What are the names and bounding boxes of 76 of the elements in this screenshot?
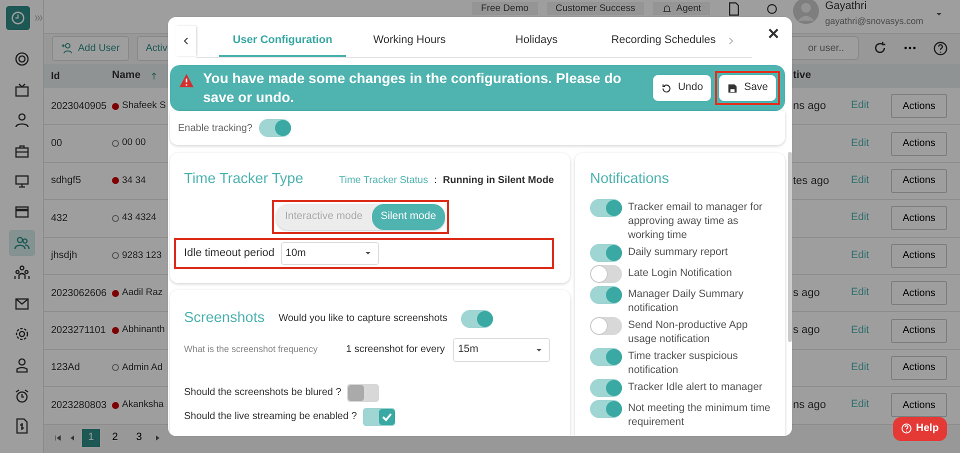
- page-button[interactable]: 3: [130, 428, 148, 447]
- idle-timeout-select[interactable]: 10m: [280, 242, 378, 266]
- table-cell: 2023280803: [51, 400, 107, 411]
- user-email: gayathri@snovasys.com: [825, 14, 924, 28]
- field-label: What is the screenshot frequency: [184, 342, 319, 356]
- notification-label: Send Non-productive App usage notification: [628, 318, 749, 346]
- header-button[interactable]: Customer Success: [546, 2, 644, 15]
- actions-button[interactable]: Actions: [891, 281, 947, 306]
- tab[interactable]: Working Hours: [346, 24, 473, 58]
- warning-message: You have made some changes in the configurations. Please do save or undo.: [203, 69, 622, 107]
- page-button[interactable]: 2: [106, 428, 124, 447]
- table-cell-text: Admin Ad: [122, 360, 163, 375]
- table-cell-text: 00 00: [122, 136, 146, 150]
- notification-label: Manager Daily Summary notification: [628, 286, 745, 315]
- notification-label: Late Login Notification: [628, 266, 732, 280]
- actions-button[interactable]: Actions: [891, 356, 947, 380]
- tab[interactable]: Holidays: [473, 24, 600, 58]
- actions-button[interactable]: Actions: [891, 318, 947, 343]
- table-cell: 00: [51, 138, 62, 150]
- table-cell-text: Abhinanth: [122, 323, 165, 338]
- table-cell: Akanksha: [122, 398, 164, 412]
- undo-button[interactable]: Undo: [652, 75, 712, 101]
- frequency-select[interactable]: 15m: [452, 338, 550, 362]
- actions-button[interactable]: Actions: [891, 206, 947, 230]
- toggle-label: Should the live streaming be enabled ?: [184, 410, 357, 424]
- status-separator: :: [434, 174, 437, 188]
- column-header: Id: [51, 70, 60, 82]
- status-label: Time Tracker Status: [339, 174, 428, 188]
- table-cell: tes ago: [793, 174, 830, 187]
- table-cell: jhsdjh: [51, 250, 78, 262]
- table-cell: 2023040905: [51, 100, 107, 112]
- header-button[interactable]: Agent: [653, 2, 710, 15]
- table-cell: sdhgf5: [51, 175, 82, 186]
- table-cell: 432: [51, 212, 68, 224]
- user-name: Gayathri: [825, 0, 868, 14]
- table-cell: s ago: [793, 324, 820, 336]
- help-button[interactable]: Help: [893, 417, 947, 441]
- actions-button[interactable]: Actions: [891, 244, 947, 268]
- notification-label: Daily summary report: [628, 244, 728, 259]
- actions-button[interactable]: Actions: [891, 94, 947, 118]
- table-cell: 43 4324: [122, 211, 156, 226]
- table-cell: s ago: [793, 286, 820, 299]
- table-cell: Shafeek S: [122, 99, 166, 114]
- notification-label: Tracker email to manager for approving away time as working time: [628, 200, 764, 242]
- header-button[interactable]: Free Demo: [472, 2, 538, 15]
- tab[interactable]: Recording Schedules: [600, 24, 727, 58]
- toggle-label: Would you like to capture screenshots: [278, 312, 448, 326]
- field-label: Idle timeout period: [184, 246, 274, 262]
- status-value: Running in Silent Mode: [442, 174, 554, 188]
- table-cell: ns ago: [793, 100, 826, 112]
- section-title: Time Tracker Type: [184, 170, 304, 189]
- table-cell: 2023271101: [51, 325, 106, 336]
- section-title: Screenshots: [184, 309, 265, 328]
- mode-option[interactable]: Silent mode: [372, 204, 446, 230]
- save-button[interactable]: Save: [719, 75, 776, 101]
- actions-button[interactable]: Actions: [891, 168, 947, 193]
- add-user-button[interactable]: Add User: [52, 36, 129, 60]
- toggle-label: Should the screenshots be blured ?: [184, 386, 342, 400]
- tab[interactable]: User Configuration: [219, 24, 346, 58]
- notification-label: Not meeting the minimum time requirement: [628, 400, 772, 429]
- column-header: tive: [793, 69, 812, 82]
- table-cell: 123Ad: [51, 362, 80, 374]
- toggle-label: Enable tracking?: [178, 122, 252, 136]
- table-cell: Aadil Raz: [122, 286, 163, 300]
- section-title: Notifications: [590, 170, 670, 189]
- notification-label: Tracker Idle alert to manager: [628, 380, 762, 394]
- page-button[interactable]: 1: [82, 428, 100, 447]
- column-header: Name: [112, 68, 141, 84]
- table-cell: 9283 123: [122, 248, 162, 263]
- table-cell: 2023062606: [51, 288, 107, 299]
- actions-button[interactable]: Actions: [891, 393, 947, 418]
- field-label: 1 screenshot for every: [346, 343, 445, 358]
- notification-label: Time tracker suspicious notification: [628, 348, 739, 377]
- actions-button[interactable]: Actions: [891, 132, 947, 156]
- table-cell-text: 34 34: [122, 174, 146, 188]
- table-cell: ns ago: [793, 399, 826, 412]
